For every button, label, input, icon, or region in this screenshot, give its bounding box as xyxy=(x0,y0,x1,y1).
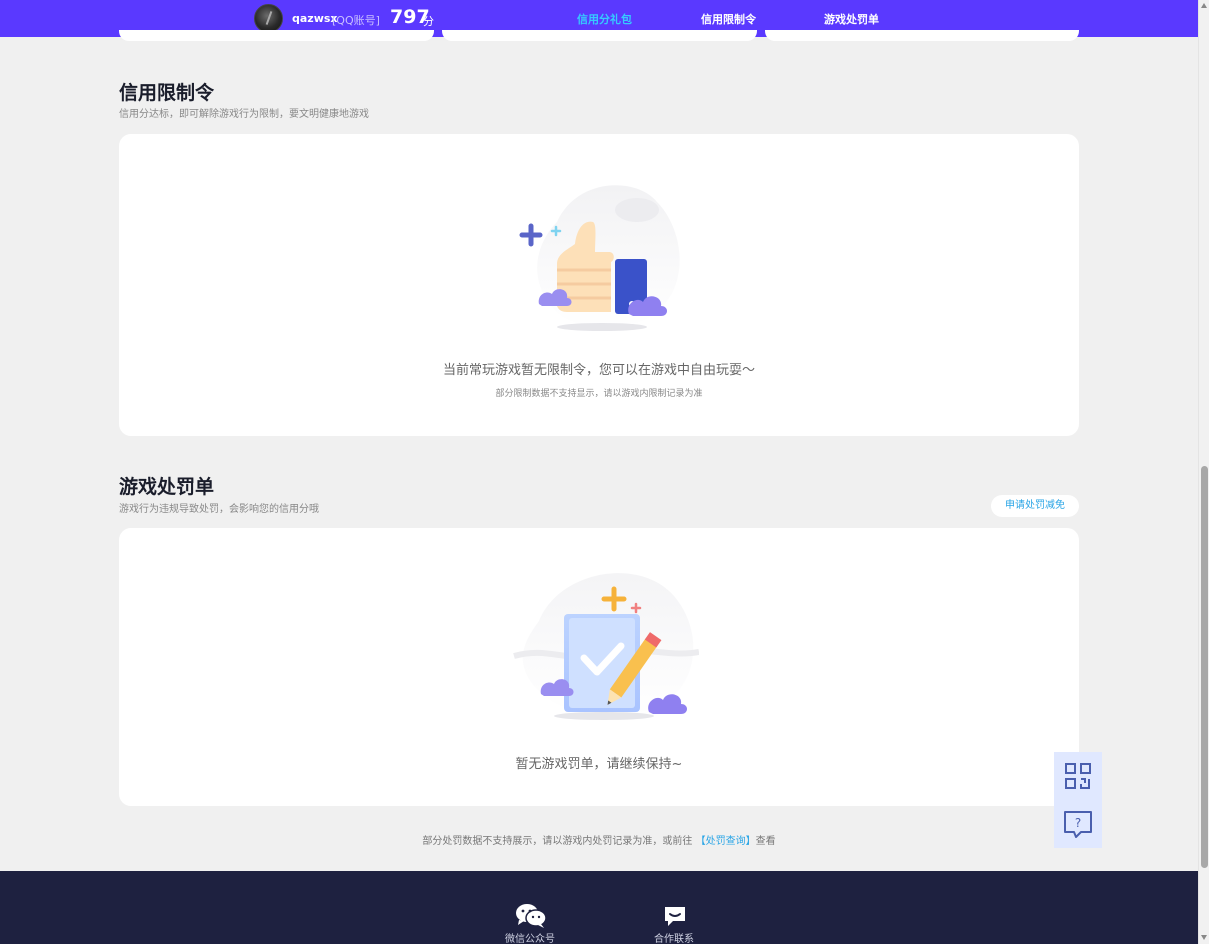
thumbs-up-illustration xyxy=(519,185,680,331)
restriction-card: 当前常玩游戏暂无限制令，您可以在游戏中自由玩耍～ 部分限制数据不支持显示，请以游… xyxy=(119,134,1079,436)
gift-card-bottom xyxy=(442,30,757,41)
username: qazwsx xyxy=(292,12,338,25)
avatar[interactable] xyxy=(254,4,283,33)
page-scrollbar[interactable] xyxy=(1198,0,1209,944)
penalty-query-link[interactable]: 【处罚查询】 xyxy=(696,836,756,847)
gift-card-bottom xyxy=(119,30,434,41)
footer-contact-label: 合作联系 xyxy=(654,934,694,944)
restriction-section-title: 信用限制令 xyxy=(119,82,215,104)
scroll-down-arrow[interactable] xyxy=(1201,935,1207,940)
account-type-label: [QQ账号] xyxy=(332,14,380,27)
scroll-up-arrow[interactable] xyxy=(1201,3,1207,8)
qr-code-icon xyxy=(1065,763,1091,789)
penalty-card: 暂无游戏罚单，请继续保持~ xyxy=(119,528,1079,806)
tab-credit-restriction[interactable]: 信用限制令 xyxy=(701,11,756,27)
restriction-empty-message: 当前常玩游戏暂无限制令，您可以在游戏中自由玩耍～ xyxy=(442,363,755,378)
footer-wechat-label: 微信公众号 xyxy=(505,934,555,944)
tab-credit-gift[interactable]: 信用分礼包 xyxy=(577,11,632,27)
feedback-button[interactable]: ? xyxy=(1054,800,1102,848)
tab-game-penalty[interactable]: 游戏处罚单 xyxy=(824,11,879,27)
restriction-empty-note: 部分限制数据不支持显示，请以游戏内限制记录为准 xyxy=(495,389,703,399)
apply-penalty-reduction-button[interactable]: 申请处罚减免 xyxy=(991,495,1079,517)
score-unit: 分 xyxy=(423,15,434,28)
qr-code-button[interactable] xyxy=(1054,752,1102,800)
restriction-section-subtitle: 信用分达标，即可解除游戏行为限制，要文明健康地游戏 xyxy=(119,109,369,120)
penalty-footnote: 部分处罚数据不支持展示，请以游戏内处罚记录为准，或前往 【处罚查询】查看 xyxy=(0,832,1198,847)
penalty-empty-message: 暂无游戏罚单，请继续保持~ xyxy=(515,757,683,772)
footnote-text: 部分处罚数据不支持展示，请以游戏内处罚记录为准，或前往 xyxy=(422,836,693,847)
scrollbar-thumb[interactable] xyxy=(1201,466,1208,868)
footnote-suffix: 查看 xyxy=(755,836,776,847)
penalty-section-subtitle: 游戏行为违规导致处罚，会影响您的信用分哦 xyxy=(119,504,319,515)
help-bubble-icon: ? xyxy=(1064,811,1092,838)
wechat-icon xyxy=(516,904,547,928)
clipboard-pencil-illustration xyxy=(513,573,699,720)
chat-bubble-icon xyxy=(665,907,685,926)
page-footer: 微信公众号 合作联系 xyxy=(0,871,1198,944)
gift-card-bottom xyxy=(765,30,1079,41)
penalty-section-title: 游戏处罚单 xyxy=(119,476,215,498)
svg-text:?: ? xyxy=(1075,816,1081,830)
